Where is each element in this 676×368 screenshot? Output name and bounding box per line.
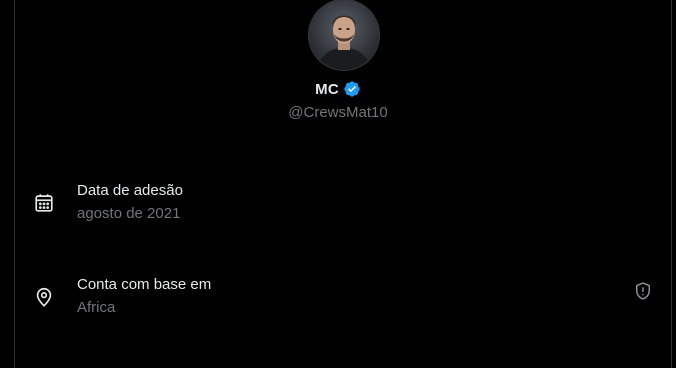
account-location-row: Conta com base em Africa — [31, 276, 661, 326]
profile-handle: @CrewsMat10 — [288, 104, 388, 121]
location-title: Conta com base em — [77, 276, 212, 293]
name-row: MC — [0, 80, 676, 98]
joined-title: Data de adesão — [77, 182, 183, 199]
joined-value: agosto de 2021 — [77, 205, 181, 222]
shield-alert-icon[interactable] — [633, 281, 655, 303]
location-value: Africa — [77, 299, 116, 316]
avatar-image — [309, 0, 379, 70]
avatar[interactable] — [309, 0, 379, 70]
location-pin-icon — [33, 286, 55, 308]
joined-date-row: Data de adesão agosto de 2021 — [31, 182, 661, 232]
calendar-icon — [33, 192, 55, 214]
display-name: MC — [315, 80, 339, 98]
verified-badge-icon[interactable] — [343, 80, 361, 98]
